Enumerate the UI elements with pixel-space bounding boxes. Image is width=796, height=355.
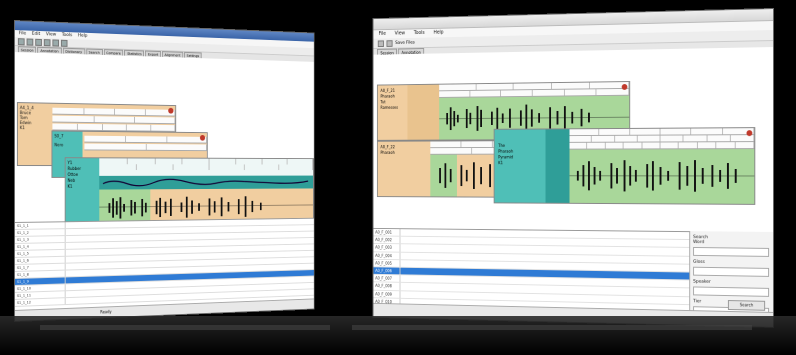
save-icon[interactable] xyxy=(35,38,42,46)
right-menu-file[interactable]: File xyxy=(379,30,386,39)
gloss-label: Gloss xyxy=(693,259,705,265)
reflection-right xyxy=(352,325,752,330)
left-app-window: File Edit View Tools Help Session Annota… xyxy=(14,20,315,322)
left-menu-file[interactable]: File xyxy=(19,30,26,37)
tier-row[interactable] xyxy=(84,143,207,152)
right-app-window: File View Tools Help Save Files Session … xyxy=(372,8,774,328)
new-icon[interactable] xyxy=(17,37,25,45)
right-menu-view[interactable]: View xyxy=(395,30,405,39)
left-workspace: A4_1_4 Bruce Tom Edwin K1 S0_7 Nero Y1 R… xyxy=(14,52,314,227)
zoom-icon[interactable] xyxy=(60,39,68,47)
pane-c-label: K1 xyxy=(498,160,503,166)
close-icon[interactable] xyxy=(746,130,753,137)
pane-1-labels: A4_1_4 Bruce Tom Edwin K1 xyxy=(18,103,54,165)
close-icon[interactable] xyxy=(199,134,206,141)
play-icon[interactable] xyxy=(43,38,51,46)
right-search-sidebar: Search Word Gloss Speaker Tier Search xyxy=(693,231,770,317)
pane-b-label: Pharaoh xyxy=(380,150,395,155)
pane-a-label: Ramesses xyxy=(380,104,399,110)
right-menu-help[interactable]: Help xyxy=(433,29,443,38)
pane-b-labels: A0_F_22 Pharaoh xyxy=(378,142,408,197)
tier-row[interactable] xyxy=(84,135,207,144)
annotation-pane-c[interactable]: The Pharaoh Pyramid K1 xyxy=(493,127,756,205)
pane-3-header: Y1 Rubber Ottoe Neb K1 xyxy=(65,158,100,226)
pane-3-label: K1 xyxy=(67,183,73,189)
pane-2-label: S0_7 xyxy=(54,133,64,139)
pitch-contour xyxy=(99,175,314,190)
pane-c-header: The Pharaoh Pyramid K1 xyxy=(494,129,546,203)
pane-a-labels: A0_F_21 Pharaoh Tut Ramesses xyxy=(378,85,408,140)
left-menu-edit[interactable]: Edit xyxy=(32,31,40,38)
pane-3-tiers[interactable] xyxy=(99,158,314,177)
close-icon[interactable] xyxy=(621,83,628,90)
left-utterance-list: S1_1_1 S1_1_2 S1_1_3 S1_1_4 S1_1_5 S1_1_… xyxy=(14,217,314,311)
save-icon[interactable] xyxy=(386,39,393,47)
left-menu-help[interactable]: Help xyxy=(78,32,88,39)
annotation-pane-3[interactable]: Y1 Rubber Ottoe Neb K1 xyxy=(64,157,314,227)
left-menu-view[interactable]: View xyxy=(46,31,56,38)
word-input[interactable] xyxy=(693,246,770,257)
pane-2-label: Nero xyxy=(54,142,64,148)
pane-c-tier-names xyxy=(545,129,570,203)
stop-icon[interactable] xyxy=(52,38,60,47)
close-icon[interactable] xyxy=(168,107,174,114)
gloss-input[interactable] xyxy=(693,266,770,277)
right-utterance-list: A0_F_001 A0_F_002 A0_F_003 A0_F_004 A0_F… xyxy=(373,227,691,328)
right-menu-tools[interactable]: Tools xyxy=(414,29,425,38)
save-files-button[interactable]: Save Files xyxy=(395,40,415,45)
screenshot-stage: File Edit View Tools Help Session Annota… xyxy=(0,0,796,355)
speaker-label: Speaker xyxy=(693,279,711,285)
right-workspace: A0_F_21 Pharaoh Tut Ramesses A0_F_22 Pha… xyxy=(373,47,774,232)
pane-1-label: K1 xyxy=(19,125,25,131)
waveform[interactable] xyxy=(569,149,755,204)
word-label: Word xyxy=(693,240,705,246)
pane-a-tier-names xyxy=(407,84,440,140)
floor-reflection xyxy=(0,316,796,355)
search-button[interactable]: Search xyxy=(727,300,766,311)
speaker-dropdown[interactable] xyxy=(693,286,770,297)
left-menu-tools[interactable]: Tools xyxy=(62,32,72,39)
reflection-left xyxy=(40,325,330,330)
open-icon[interactable] xyxy=(26,37,34,46)
open-icon[interactable] xyxy=(377,39,384,47)
